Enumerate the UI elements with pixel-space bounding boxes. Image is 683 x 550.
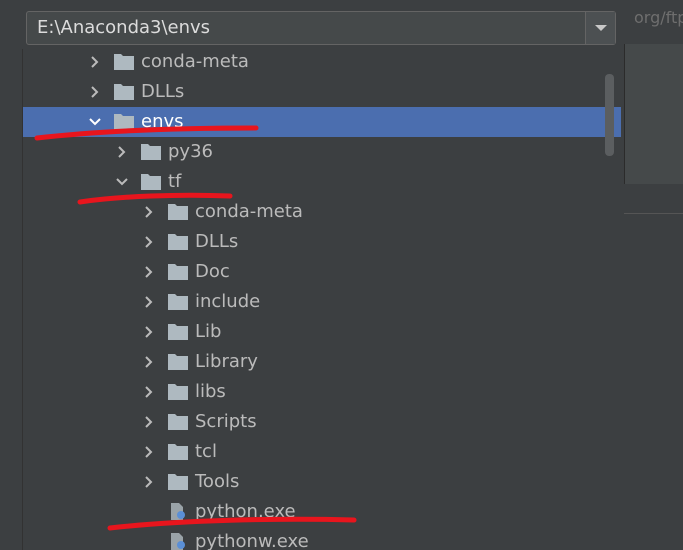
background-panel (624, 44, 683, 184)
tree-item-label: Doc (195, 261, 230, 282)
tree-item-label: Library (195, 351, 258, 372)
tree-row[interactable]: conda-meta (23, 197, 621, 227)
tree-item-label: DLLs (195, 231, 239, 252)
folder-icon (168, 384, 188, 400)
folder-icon (141, 174, 161, 190)
chevron-right-icon[interactable] (141, 204, 157, 220)
folder-icon (168, 264, 188, 280)
folder-icon (168, 324, 188, 340)
tree-item-label: tf (168, 171, 182, 192)
path-combobox[interactable]: E:\Anaconda3\envs (26, 11, 616, 45)
path-dropdown-button[interactable] (585, 12, 615, 44)
folder-icon (114, 84, 134, 100)
folder-icon (168, 414, 188, 430)
folder-icon (141, 144, 161, 160)
chevron-right-icon[interactable] (141, 324, 157, 340)
tree-row[interactable]: conda-meta (23, 49, 621, 77)
tree-row[interactable]: Tools (23, 467, 621, 497)
chevron-right-icon[interactable] (141, 354, 157, 370)
chevron-right-icon[interactable] (141, 444, 157, 460)
folder-icon (168, 444, 188, 460)
tree-row[interactable]: Doc (23, 257, 621, 287)
tree-item-label: Scripts (195, 411, 257, 432)
tree-item-label: include (195, 291, 261, 312)
python-file-icon (171, 503, 185, 520)
tree-row[interactable]: DLLs (23, 227, 621, 257)
folder-icon (168, 204, 188, 220)
tree-row[interactable]: Lib (23, 317, 621, 347)
tree-row[interactable]: pythonw.exe (23, 527, 621, 550)
tree-item-label: Lib (195, 321, 222, 342)
directory-tree[interactable]: conda-meta DLLs envs py36 tf conda-meta DLLs Do… (22, 49, 621, 550)
folder-icon (114, 114, 134, 130)
tree-item-label: pythonw.exe (195, 531, 309, 550)
tree-row[interactable]: Library (23, 347, 621, 377)
chevron-right-icon[interactable] (141, 474, 157, 490)
tree-row[interactable]: python.exe (23, 497, 621, 527)
tree-row[interactable]: py36 (23, 137, 621, 167)
chevron-right-icon[interactable] (141, 264, 157, 280)
tree-item-label: python.exe (195, 501, 296, 522)
tree-row[interactable]: DLLs (23, 77, 621, 107)
path-input[interactable]: E:\Anaconda3\envs (37, 12, 210, 44)
background-panel-lower (624, 214, 683, 550)
tree-item-label: conda-meta (195, 201, 303, 222)
chevron-down-icon[interactable] (114, 174, 130, 190)
tree-row[interactable]: libs (23, 377, 621, 407)
tree-item-label: py36 (168, 141, 213, 162)
tree-item-label: Tools (195, 471, 240, 492)
folder-icon (114, 54, 134, 70)
chevron-right-icon[interactable] (141, 294, 157, 310)
chevron-down-icon[interactable] (87, 114, 103, 130)
tree-item-label: conda-meta (141, 51, 249, 72)
python-file-icon (171, 533, 185, 550)
tree-item-label: tcl (195, 441, 217, 462)
tree-row[interactable]: Scripts (23, 407, 621, 437)
chevron-right-icon[interactable] (141, 234, 157, 250)
folder-icon (168, 234, 188, 250)
chevron-right-icon[interactable] (114, 144, 130, 160)
chevron-right-icon[interactable] (87, 84, 103, 100)
chevron-right-icon[interactable] (87, 54, 103, 70)
tree-row[interactable]: envs (23, 107, 621, 137)
tree-row[interactable]: tcl (23, 437, 621, 467)
tree-scrollbar[interactable] (605, 74, 614, 156)
background-url-text: org/ftp (634, 8, 683, 27)
tree-row[interactable]: tf (23, 167, 621, 197)
tree-item-label: envs (141, 111, 184, 132)
tree-item-label: libs (195, 381, 226, 402)
folder-icon (168, 294, 188, 310)
chevron-right-icon[interactable] (141, 384, 157, 400)
folder-icon (168, 354, 188, 370)
tree-item-label: DLLs (141, 81, 185, 102)
chevron-right-icon[interactable] (141, 414, 157, 430)
file-chooser-dialog: org/ftp E:\Anaconda3\envs conda-meta DLLs… (0, 0, 683, 550)
folder-icon (168, 474, 188, 490)
chevron-down-icon (595, 25, 607, 31)
background-window-left (0, 0, 16, 550)
tree-row[interactable]: include (23, 287, 621, 317)
